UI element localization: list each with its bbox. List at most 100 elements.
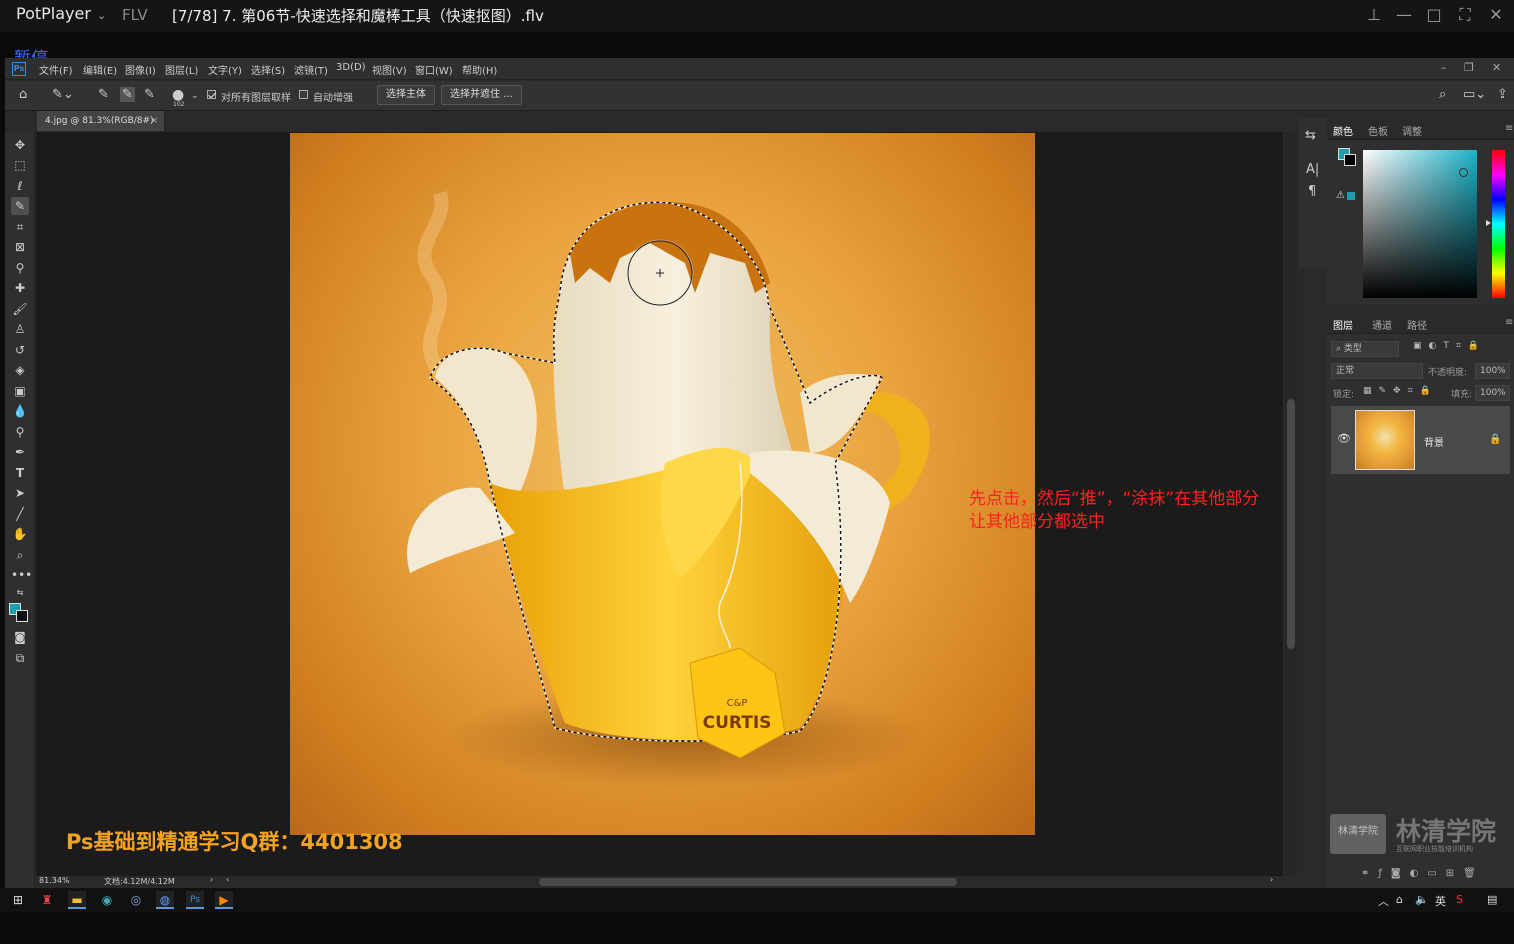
volume-icon[interactable]: 🔈 <box>1415 893 1429 906</box>
tab-channels[interactable]: 通道 <box>1372 317 1392 332</box>
panel-menu-icon[interactable]: ≡ <box>1505 123 1513 134</box>
minimize-icon[interactable]: — <box>1390 3 1418 27</box>
blend-mode-select[interactable]: 正常 <box>1331 363 1423 379</box>
workspace-icon[interactable]: ▭⌄ <box>1463 87 1486 102</box>
menu-edit[interactable]: 编辑(E) <box>83 62 117 77</box>
subtract-selection-icon[interactable]: ✎ <box>144 87 155 102</box>
ime-indicator[interactable]: 英 <box>1435 893 1446 909</box>
dodge-tool-icon[interactable]: ⚲ <box>11 423 29 441</box>
panel-menu-icon[interactable]: ≡ <box>1505 317 1513 328</box>
tray-expand-icon[interactable]: ︿ <box>1378 893 1389 909</box>
frame-tool-icon[interactable]: ⊠ <box>11 238 29 256</box>
network-icon[interactable]: ⌂ <box>1396 893 1403 906</box>
eyedropper-tool-icon[interactable]: ⚲ <box>11 259 29 277</box>
pin-icon[interactable]: ⊥ <box>1360 3 1388 27</box>
layer-filter-icons[interactable]: ▣◐T⌗🔒 <box>1413 341 1486 351</box>
share-icon[interactable]: ⇪ <box>1497 87 1508 102</box>
path-selection-tool-icon[interactable]: ➤ <box>11 484 29 502</box>
eraser-tool-icon[interactable]: ◈ <box>11 361 29 379</box>
photoshop-taskbar-icon[interactable]: Ps <box>186 891 204 909</box>
menu-file[interactable]: 文件(F) <box>39 62 73 77</box>
pen-tool-icon[interactable]: ✒ <box>11 443 29 461</box>
background-color[interactable] <box>16 610 28 622</box>
lock-icons[interactable]: ▦✎✥⌗🔒 <box>1363 386 1438 396</box>
file-explorer-icon[interactable]: ▬ <box>68 891 86 909</box>
vertical-scroll-thumb[interactable] <box>1287 399 1295 649</box>
scroll-right-icon[interactable]: › <box>1270 875 1273 884</box>
brush-tool-icon[interactable]: 🖌 <box>11 300 29 318</box>
start-icon[interactable]: ⊞ <box>9 891 27 909</box>
blur-tool-icon[interactable]: 💧 <box>11 402 29 420</box>
menu-layer[interactable]: 图层(L) <box>165 62 198 77</box>
color-bg-swatch[interactable] <box>1344 154 1356 166</box>
color-field[interactable] <box>1363 150 1477 298</box>
select-and-mask-button[interactable]: 选择并遮住 ... <box>441 85 522 105</box>
vertical-scrollbar[interactable] <box>1285 132 1297 876</box>
close-tab-icon[interactable]: × <box>150 111 158 131</box>
marquee-tool-icon[interactable]: ⬚ <box>11 156 29 174</box>
hand-tool-icon[interactable]: ✋ <box>11 525 29 543</box>
character-panel-icon[interactable]: A| <box>1306 162 1319 177</box>
layer-name[interactable]: 背景 <box>1424 434 1444 449</box>
web-safe-swatch[interactable] <box>1347 192 1355 200</box>
crop-tool-icon[interactable]: ⌗ <box>11 218 29 236</box>
menu-type[interactable]: 文字(Y) <box>208 62 242 77</box>
quick-selection-tool-icon[interactable]: ✎ <box>11 197 29 215</box>
hue-slider[interactable] <box>1492 150 1505 298</box>
menu-filter[interactable]: 滤镜(T) <box>294 62 328 77</box>
menu-select[interactable]: 选择(S) <box>251 62 285 77</box>
swap-colors-icon[interactable]: ⇆ <box>11 584 29 602</box>
auto-enhance-checkbox[interactable] <box>299 90 308 99</box>
ps-minimize-icon[interactable]: – <box>1441 61 1447 74</box>
notification-icon[interactable]: ▤ <box>1487 893 1497 906</box>
menu-image[interactable]: 图像(I) <box>125 62 156 77</box>
app3-icon[interactable]: ◍ <box>156 891 174 909</box>
fill-input[interactable]: 100% <box>1475 385 1510 401</box>
tab-swatches[interactable]: 色板 <box>1368 123 1388 138</box>
lasso-tool-icon[interactable]: ℓ <box>11 177 29 195</box>
tab-color[interactable]: 颜色 <box>1333 123 1353 138</box>
more-tools-icon[interactable]: ••• <box>11 566 32 584</box>
horizontal-scroll-thumb[interactable] <box>539 878 957 886</box>
new-selection-icon[interactable]: ✎ <box>98 87 109 102</box>
layer-row-background[interactable]: 👁 背景 🔒 <box>1331 406 1510 474</box>
potplayer-taskbar-icon[interactable]: ▶ <box>215 891 233 909</box>
chevron-down-icon[interactable]: ⌄ <box>191 91 199 101</box>
history-brush-tool-icon[interactable]: ↺ <box>11 341 29 359</box>
tab-paths[interactable]: 路径 <box>1407 317 1427 332</box>
stamp-tool-icon[interactable]: ♙ <box>11 320 29 338</box>
home-icon[interactable]: ⌂ <box>19 87 27 102</box>
sample-all-layers-checkbox[interactable] <box>207 90 216 99</box>
tab-layers[interactable]: 图层 <box>1333 317 1353 332</box>
browser-icon[interactable]: ◉ <box>98 891 116 909</box>
opacity-input[interactable]: 100% <box>1475 363 1510 379</box>
line-tool-icon[interactable]: ╱ <box>11 505 29 523</box>
color-picker-marker[interactable] <box>1459 168 1468 177</box>
screen-mode-icon[interactable]: ⧉ <box>11 649 29 667</box>
search-icon[interactable]: ⌕ <box>1439 87 1446 102</box>
type-tool-icon[interactable]: T <box>11 464 29 482</box>
layer-action-icons[interactable]: ⚭ƒ◙◐▭⊞🗑 <box>1361 868 1485 879</box>
layer-kind-filter[interactable]: ⌕ 类型 <box>1331 341 1399 357</box>
menu-help[interactable]: 帮助(H) <box>462 62 497 77</box>
select-subject-button[interactable]: 选择主体 <box>377 85 435 105</box>
paragraph-panel-icon[interactable]: ¶ <box>1308 184 1316 199</box>
app2-icon[interactable]: ◎ <box>127 891 145 909</box>
visibility-eye-icon[interactable]: 👁 <box>1337 432 1351 445</box>
layer-lock-icon[interactable]: 🔒 <box>1489 434 1501 445</box>
document-tab[interactable]: 4.jpg @ 81.3%(RGB/8#) × <box>37 111 165 131</box>
status-arrow-icon[interactable]: › <box>210 875 213 884</box>
document-image[interactable]: C&P CURTIS <box>290 133 1035 835</box>
zoom-level[interactable]: 81.34% <box>39 876 70 885</box>
tool-preset-icon[interactable]: ✎⌄ <box>52 87 74 102</box>
ps-close-icon[interactable]: ✕ <box>1492 61 1501 74</box>
menu-view[interactable]: 视图(V) <box>372 62 407 77</box>
ps-restore-icon[interactable]: ❐ <box>1464 61 1474 74</box>
move-tool-icon[interactable]: ✥ <box>11 136 29 154</box>
quick-mask-icon[interactable]: ◙ <box>11 628 29 646</box>
antivirus-icon[interactable]: S <box>1456 893 1463 906</box>
app-icon[interactable]: ♜ <box>38 891 56 909</box>
add-selection-icon[interactable]: ✎ <box>120 87 135 102</box>
gradient-tool-icon[interactable]: ▣ <box>11 382 29 400</box>
maximize-icon[interactable]: □ <box>1420 3 1448 27</box>
